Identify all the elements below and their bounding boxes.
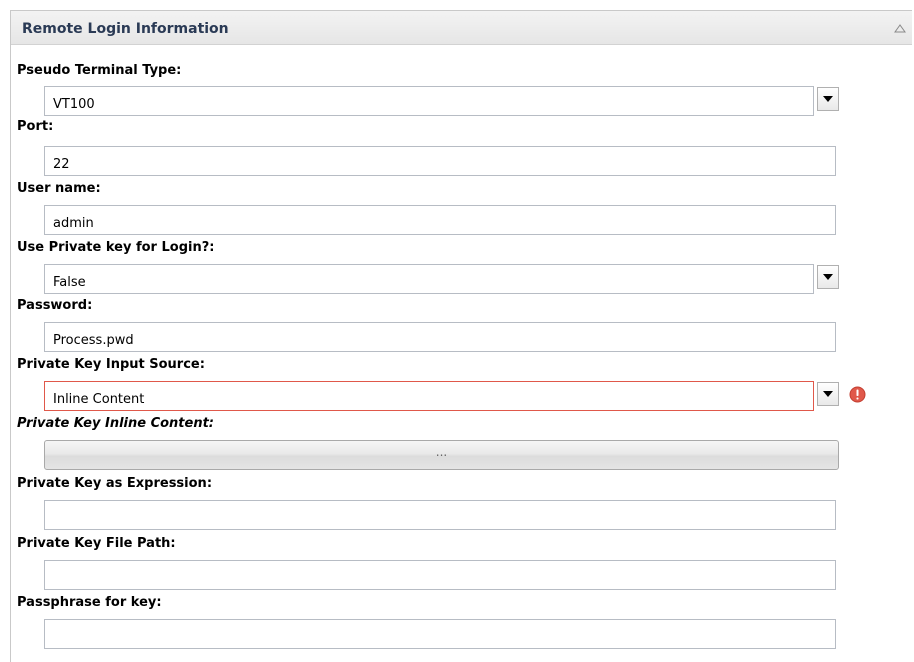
- pseudo-terminal-type-dropdown-button[interactable]: [817, 87, 839, 111]
- pseudo-terminal-type-select[interactable]: VT100: [44, 86, 814, 116]
- user-name-label: User name:: [17, 181, 101, 196]
- private-key-input-source-label: Private Key Input Source:: [17, 357, 205, 372]
- use-private-key-dropdown-button[interactable]: [817, 265, 839, 289]
- use-private-key-select[interactable]: False: [44, 264, 814, 294]
- private-key-file-path-input[interactable]: [44, 560, 836, 590]
- passphrase-label: Passphrase for key:: [17, 595, 162, 610]
- pseudo-terminal-type-label: Pseudo Terminal Type:: [17, 63, 182, 78]
- password-label: Password:: [17, 298, 93, 313]
- chevron-down-icon: [823, 96, 833, 102]
- use-private-key-label: Use Private key for Login?:: [17, 240, 215, 255]
- port-input[interactable]: 22: [44, 146, 836, 176]
- user-name-input[interactable]: admin: [44, 205, 836, 235]
- private-key-input-source-dropdown-button[interactable]: [817, 382, 839, 406]
- panel-header[interactable]: Remote Login Information: [11, 11, 912, 45]
- private-key-inline-content-button[interactable]: ...: [44, 440, 839, 470]
- private-key-file-path-label: Private Key File Path:: [17, 536, 176, 551]
- private-key-expression-input[interactable]: [44, 500, 836, 530]
- chevron-down-icon: [823, 274, 833, 280]
- collapse-up-icon[interactable]: [894, 23, 906, 33]
- port-label: Port:: [17, 119, 54, 134]
- passphrase-input[interactable]: [44, 619, 836, 649]
- chevron-down-icon: [823, 391, 833, 397]
- panel-title: Remote Login Information: [22, 21, 229, 37]
- password-input[interactable]: Process.pwd: [44, 322, 836, 352]
- private-key-expression-label: Private Key as Expression:: [17, 476, 213, 491]
- private-key-inline-content-label: Private Key Inline Content:: [17, 416, 215, 431]
- private-key-input-source-select[interactable]: Inline Content: [44, 381, 814, 411]
- error-icon: [849, 386, 866, 403]
